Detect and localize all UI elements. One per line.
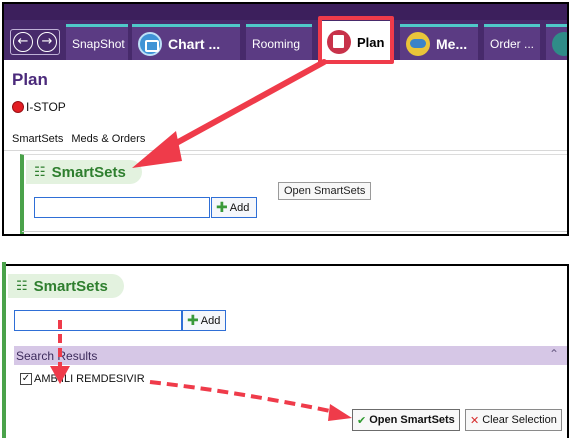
red-stop-icon	[12, 101, 24, 113]
results-header-label: Search Results	[16, 348, 98, 363]
top-screenshot-panel: ← → SnapShot Chart ... Rooming Plan Me..…	[2, 2, 569, 236]
tab-label: Rooming	[252, 36, 301, 51]
result-item-label: AMB ILI REMDESIVIR	[34, 373, 145, 385]
smartsets-section-header[interactable]: ☷ SmartSets	[8, 274, 124, 298]
tab-label: Order ...	[490, 36, 535, 51]
list-icon: ☷	[34, 164, 46, 180]
add-smartset-button[interactable]: ✚ Add	[182, 310, 226, 331]
checkmark-icon: ✔	[357, 413, 367, 427]
smartsets-section-border	[2, 262, 6, 438]
result-checkbox[interactable]: ✓	[20, 373, 32, 385]
smartset-search-input[interactable]	[14, 310, 182, 331]
list-icon: ☷	[16, 278, 28, 294]
back-forward-buttons[interactable]: ← →	[10, 29, 60, 55]
open-smartsets-button[interactable]: ✔ Open SmartSets	[352, 409, 460, 431]
close-icon: ✕	[470, 413, 480, 427]
subnav-meds-orders[interactable]: Meds & Orders	[71, 133, 145, 145]
add-label: Add	[200, 314, 221, 327]
tab-order-entry[interactable]: Order ...	[484, 24, 540, 60]
add-smartset-button[interactable]: ✚ Add	[211, 197, 257, 218]
section-navigation: SmartSets Meds & Orders	[12, 133, 153, 145]
back-arrow-icon[interactable]: ←	[13, 32, 33, 52]
tab-snapshot[interactable]: SnapShot	[66, 24, 128, 60]
tab-more[interactable]	[546, 24, 567, 60]
plus-icon: ✚	[216, 199, 228, 216]
section-title: SmartSets	[51, 163, 126, 181]
tab-label: SnapShot	[72, 36, 125, 51]
collapse-icon[interactable]: ⌃	[549, 347, 559, 361]
page-title: Plan	[12, 70, 48, 89]
istop-label: I-STOP	[26, 100, 66, 114]
open-button-label: Open SmartSets	[369, 414, 455, 426]
open-smartsets-tooltip: Open SmartSets	[278, 182, 372, 200]
plan-tab-highlight-box	[318, 16, 394, 64]
subnav-smartsets[interactable]: SmartSets	[12, 133, 63, 145]
tab-rooming[interactable]: Rooming	[246, 24, 312, 60]
medications-icon	[406, 31, 430, 56]
tab-chart-review[interactable]: Chart ...	[132, 24, 240, 60]
activity-icon	[552, 31, 567, 56]
clear-button-label: Clear Selection	[482, 414, 557, 426]
smartset-search-input[interactable]	[34, 197, 210, 218]
smartsets-section-header[interactable]: ☷ SmartSets	[26, 160, 142, 184]
search-result-item[interactable]: ✓ AMB ILI REMDESIVIR	[20, 373, 145, 385]
chart-review-icon	[138, 31, 162, 56]
search-results-header[interactable]: Search Results ⌃	[14, 346, 567, 365]
plus-icon: ✚	[187, 312, 199, 329]
activity-tab-bar: ← → SnapShot Chart ... Rooming Plan Me..…	[4, 4, 567, 60]
istop-link[interactable]: I-STOP	[12, 100, 66, 114]
clear-selection-button[interactable]: ✕ Clear Selection	[465, 409, 562, 431]
add-label: Add	[229, 201, 250, 214]
tab-label: Me...	[436, 35, 468, 52]
section-title: SmartSets	[33, 277, 108, 295]
tab-medications[interactable]: Me...	[400, 24, 478, 60]
tab-label: Chart ...	[168, 35, 221, 52]
forward-arrow-icon[interactable]: →	[37, 32, 57, 52]
